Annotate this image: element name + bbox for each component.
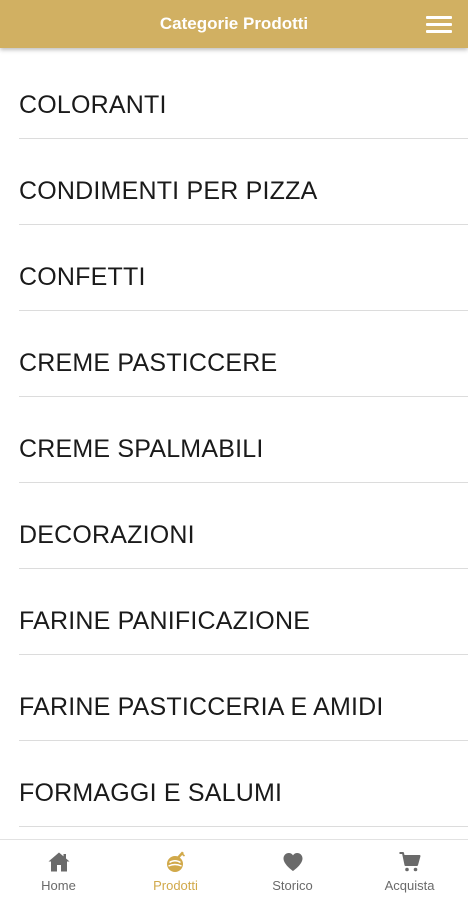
- products-icon: [164, 850, 188, 874]
- category-label: FARINE PASTICCERIA E AMIDI: [19, 693, 384, 721]
- category-item-confetti[interactable]: CONFETTI: [19, 225, 468, 311]
- category-item-farine-pasticceria-e-amidi[interactable]: FARINE PASTICCERIA E AMIDI: [19, 655, 468, 741]
- category-label: CONDIMENTI PER PIZZA: [19, 177, 318, 205]
- category-label: CREME PASTICCERE: [19, 349, 278, 377]
- category-item-farine-panificazione[interactable]: FARINE PANIFICAZIONE: [19, 569, 468, 655]
- category-list: COLORANTI CONDIMENTI PER PIZZA CONFETTI …: [0, 48, 468, 840]
- nav-prodotti[interactable]: Prodotti: [117, 840, 234, 900]
- category-item-condimenti-per-pizza[interactable]: CONDIMENTI PER PIZZA: [19, 139, 468, 225]
- category-label: FORMAGGI E SALUMI: [19, 779, 283, 807]
- category-label: DECORAZIONI: [19, 521, 195, 549]
- app-screen: Categorie Prodotti COLORANTI CONDIMENTI …: [0, 0, 468, 900]
- category-item-formaggi-e-salumi[interactable]: FORMAGGI E SALUMI: [19, 741, 468, 827]
- nav-home[interactable]: Home: [0, 840, 117, 900]
- hamburger-menu-icon[interactable]: [426, 14, 454, 34]
- nav-label: Home: [41, 878, 76, 893]
- category-label: COLORANTI: [19, 91, 167, 119]
- menu-bar: [426, 23, 452, 26]
- category-item-creme-pasticcere[interactable]: CREME PASTICCERE: [19, 311, 468, 397]
- menu-bar: [426, 16, 452, 19]
- category-label: CONFETTI: [19, 263, 146, 291]
- category-item-coloranti[interactable]: COLORANTI: [19, 48, 468, 139]
- app-header: Categorie Prodotti: [0, 0, 468, 48]
- page-title: Categorie Prodotti: [159, 14, 309, 33]
- heart-icon: [281, 850, 305, 874]
- bottom-navigation: Home Prodotti Storico Acquista: [0, 839, 468, 900]
- nav-storico[interactable]: Storico: [234, 840, 351, 900]
- cart-icon: [398, 850, 422, 874]
- category-label: CREME SPALMABILI: [19, 435, 264, 463]
- category-label: FARINE PANIFICAZIONE: [19, 607, 311, 635]
- nav-label: Storico: [272, 878, 313, 893]
- nav-acquista[interactable]: Acquista: [351, 840, 468, 900]
- category-item-decorazioni[interactable]: DECORAZIONI: [19, 483, 468, 569]
- nav-label: Acquista: [384, 878, 435, 893]
- category-item-creme-spalmabili[interactable]: CREME SPALMABILI: [19, 397, 468, 483]
- home-icon: [47, 850, 71, 874]
- nav-label: Prodotti: [153, 878, 198, 893]
- menu-bar: [426, 30, 452, 33]
